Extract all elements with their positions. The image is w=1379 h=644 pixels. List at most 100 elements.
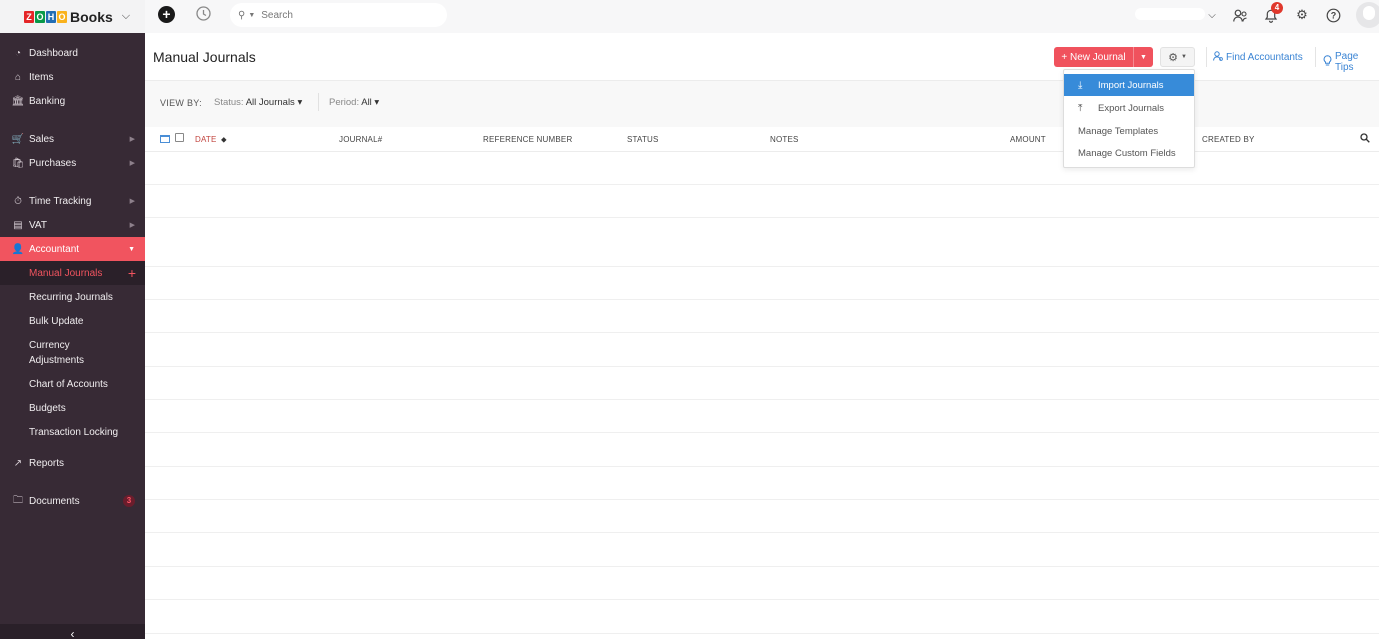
table-row[interactable]: [145, 333, 1379, 367]
sidebar-item-banking[interactable]: 🏛 Banking: [0, 89, 145, 113]
organization-name-redacted[interactable]: [1135, 8, 1205, 20]
table-row[interactable]: [145, 567, 1379, 600]
search-placeholder: Search: [261, 9, 293, 21]
expand-arrow-icon: ▶: [129, 136, 135, 143]
menu-item-import-journals[interactable]: ⤓ Import Journals: [1064, 74, 1194, 96]
add-manual-journal-icon[interactable]: +: [128, 265, 136, 281]
sidebar-item-time-tracking[interactable]: ⏱ Time Tracking ▶: [0, 189, 145, 213]
reports-chart-icon: ↗: [13, 457, 23, 469]
search-scope-caret[interactable]: ▼: [248, 12, 255, 19]
export-icon: ⤒: [1078, 102, 1083, 114]
lightbulb-icon: [1323, 55, 1332, 69]
settings-menu-button[interactable]: ⚙ ▼: [1160, 47, 1195, 67]
sidebar-item-label: Manual Journals: [29, 267, 103, 279]
sidebar-item-vat[interactable]: ▤ VAT ▶: [0, 213, 145, 237]
import-icon: ⤓: [1078, 79, 1083, 91]
column-header-notes[interactable]: NOTES: [770, 135, 799, 144]
sidebar-subitem-recurring-journals[interactable]: Recurring Journals: [0, 285, 145, 309]
table-row[interactable]: [145, 433, 1379, 467]
caret-down-icon: ▼: [1180, 54, 1187, 60]
org-chevron-icon[interactable]: ⌵: [1202, 5, 1222, 25]
column-header-date[interactable]: DATE ⬥: [195, 135, 227, 145]
table-row[interactable]: [145, 533, 1379, 567]
help-icon[interactable]: ?: [1323, 5, 1343, 25]
notification-count-badge: 4: [1271, 2, 1283, 14]
sidebar-item-label: VAT: [29, 219, 47, 231]
sidebar-subitem-budgets[interactable]: Budgets: [0, 396, 145, 420]
logo-letter: O: [35, 10, 45, 23]
expand-arrow-icon: ▶: [129, 198, 135, 205]
menu-item-label: Export Journals: [1098, 102, 1165, 114]
menu-item-manage-custom-fields[interactable]: Manage Custom Fields: [1064, 142, 1194, 164]
filter-label: Status:: [214, 97, 244, 108]
table-search-icon[interactable]: [1360, 133, 1370, 146]
status-filter-dropdown[interactable]: Status: All Journals ▾: [214, 97, 302, 108]
quick-create-button[interactable]: +: [158, 6, 175, 23]
table-row[interactable]: [145, 467, 1379, 500]
folder-icon: 🗀: [13, 494, 23, 506]
table-row[interactable]: [145, 600, 1379, 634]
bank-icon: 🏛: [11, 95, 25, 107]
sidebar-item-label: Transaction Locking: [29, 426, 119, 438]
find-accountants-link[interactable]: Find Accountants: [1213, 51, 1303, 64]
menu-item-manage-templates[interactable]: Manage Templates: [1064, 120, 1194, 142]
sidebar-item-reports[interactable]: ↗ Reports: [0, 451, 145, 475]
table-row[interactable]: [145, 185, 1379, 218]
page-tips-link[interactable]: Page Tips: [1323, 51, 1379, 73]
new-journal-split-button: + New Journal ▼: [1054, 47, 1153, 67]
shopping-bag-icon: 🛍: [11, 157, 25, 169]
table-row[interactable]: [145, 218, 1379, 267]
column-customize-icon[interactable]: [160, 135, 170, 143]
sidebar-item-purchases[interactable]: 🛍 Purchases ▶: [0, 151, 145, 175]
sidebar-item-label: Bulk Update: [29, 315, 84, 327]
table-row[interactable]: [145, 367, 1379, 400]
table-row[interactable]: [145, 500, 1379, 533]
team-icon[interactable]: [1230, 5, 1250, 25]
sidebar-item-label: Banking: [29, 95, 66, 107]
chevron-down-icon: ⌵: [121, 10, 131, 22]
new-journal-button[interactable]: + New Journal: [1054, 47, 1134, 67]
sidebar-item-label: Documents: [29, 495, 80, 507]
period-filter-dropdown[interactable]: Period: All ▾: [329, 97, 379, 108]
menu-item-label: Manage Templates: [1078, 125, 1159, 137]
column-header-amount[interactable]: AMOUNT: [1010, 135, 1046, 144]
sidebar-item-items[interactable]: ⌂ Items: [0, 65, 145, 89]
label-line: Adjustments: [29, 355, 85, 366]
user-avatar[interactable]: [1356, 2, 1379, 28]
column-header-created-by[interactable]: CREATED BY: [1202, 135, 1255, 144]
sidebar-subitem-manual-journals[interactable]: Manual Journals +: [0, 261, 145, 285]
column-header-reference-number[interactable]: REFERENCE NUMBER: [483, 135, 572, 144]
sidebar: ◔ Dashboard ⌂ Items 🏛 Banking 🛒 Sales ▶ …: [0, 33, 145, 641]
table-row[interactable]: [145, 267, 1379, 300]
stopwatch-icon: ⏱: [14, 195, 22, 207]
sidebar-item-sales[interactable]: 🛒 Sales ▶: [0, 127, 145, 151]
sidebar-subitem-bulk-update[interactable]: Bulk Update: [0, 309, 145, 333]
table-row[interactable]: [145, 300, 1379, 333]
person-icon: [1213, 51, 1223, 64]
sidebar-item-dashboard[interactable]: ◔ Dashboard: [0, 41, 145, 65]
collapse-sidebar-button[interactable]: ‹: [0, 624, 145, 641]
select-all-checkbox[interactable]: [175, 133, 184, 142]
divider: [1206, 47, 1207, 67]
column-header-journal-number[interactable]: JOURNAL#: [339, 135, 382, 144]
column-label: DATE: [195, 135, 217, 144]
divider: [1315, 47, 1316, 67]
sidebar-subitem-transaction-locking[interactable]: Transaction Locking: [0, 420, 145, 444]
column-header-status[interactable]: STATUS: [627, 135, 659, 144]
new-journal-dropdown-button[interactable]: ▼: [1134, 47, 1153, 67]
top-bar: Z O H O Books ⌵ + ⚲ ▼ Search ⌵ 4 ⚙ ?: [0, 0, 1379, 33]
sidebar-subitem-chart-of-accounts[interactable]: Chart of Accounts: [0, 372, 145, 396]
sidebar-item-documents[interactable]: 🗀 Documents 3: [0, 489, 145, 513]
menu-item-export-journals[interactable]: ⤒ Export Journals: [1064, 97, 1194, 119]
sidebar-item-accountant[interactable]: 👤 Accountant ▼: [0, 237, 145, 261]
sidebar-item-label: Sales: [29, 133, 55, 145]
table-row[interactable]: [145, 400, 1379, 433]
settings-gear-icon[interactable]: ⚙: [1292, 5, 1312, 25]
sidebar-item-label: Chart of Accounts: [29, 378, 108, 390]
search-input[interactable]: ⚲ ▼ Search: [230, 3, 447, 27]
recent-history-icon[interactable]: [195, 5, 212, 22]
link-label: Page Tips: [1335, 51, 1359, 73]
label-line: Currency: [29, 340, 70, 351]
sidebar-subitem-currency-adjustments[interactable]: Currency Adjustments: [0, 336, 145, 370]
app-switcher[interactable]: Z O H O Books ⌵: [0, 0, 145, 33]
